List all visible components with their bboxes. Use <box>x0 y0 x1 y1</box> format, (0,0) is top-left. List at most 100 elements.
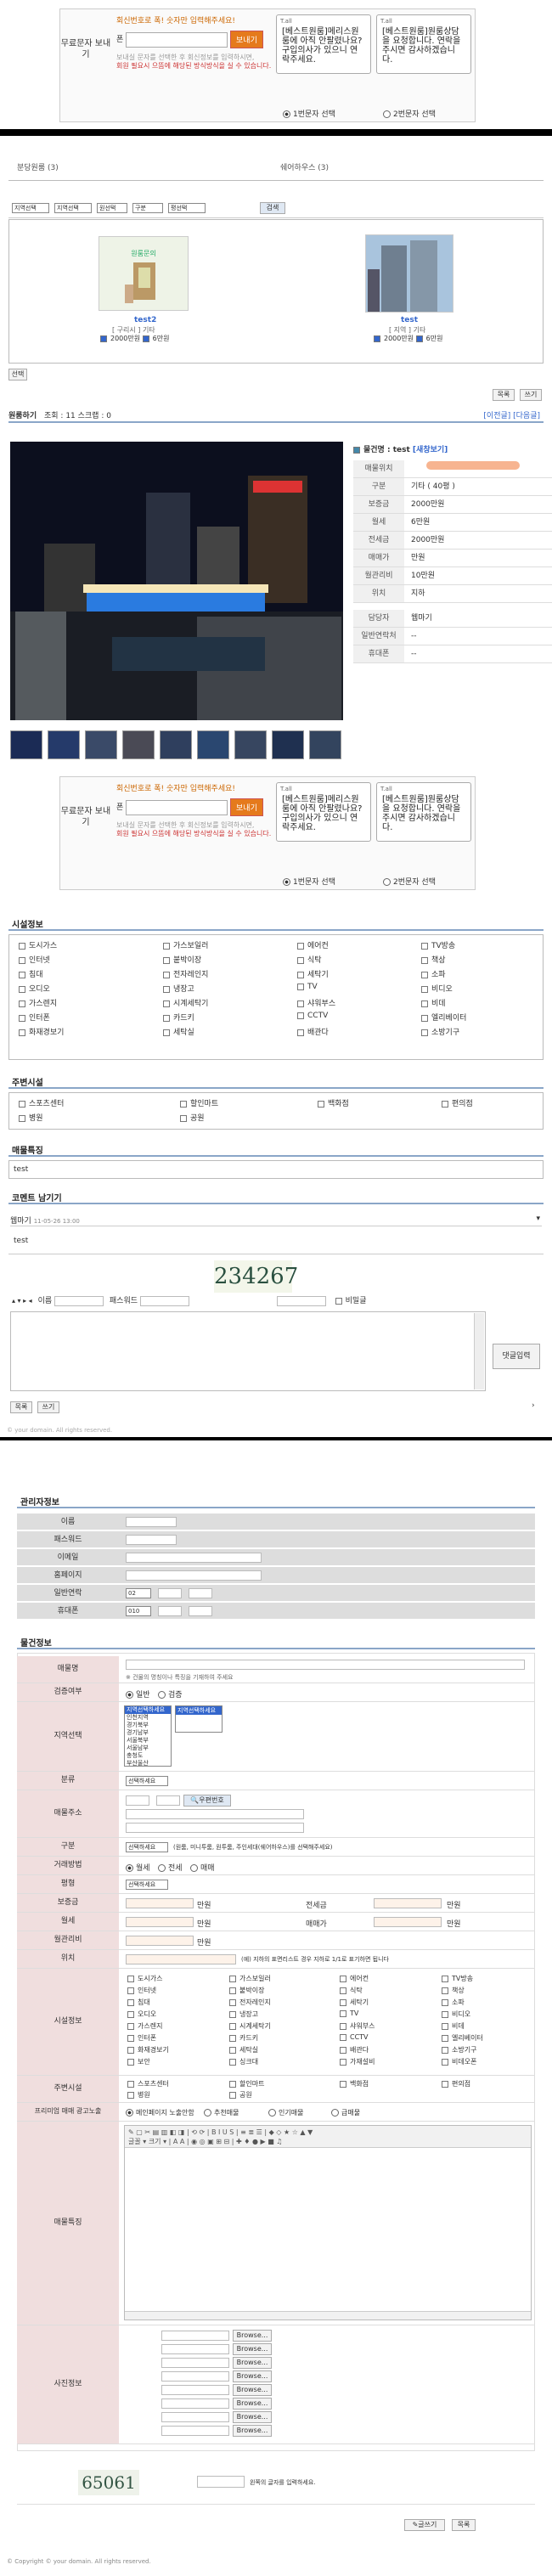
filter-select-1[interactable]: 지역선택 <box>12 203 49 213</box>
form-facility-item[interactable]: 비데 <box>442 2021 465 2031</box>
listing-2-name[interactable]: test <box>401 316 418 324</box>
list-button-bottom[interactable]: 목록 <box>10 1401 32 1413</box>
browse-button[interactable]: Browse... <box>233 2330 272 2342</box>
photo-thumb-1[interactable] <box>10 730 42 759</box>
browse-button[interactable]: Browse... <box>233 2398 272 2410</box>
region-option[interactable]: 충청도 <box>125 1752 171 1760</box>
name-input[interactable] <box>54 1295 104 1306</box>
deal-option-3[interactable]: 매매 <box>190 1862 215 1873</box>
photo-file-input[interactable] <box>161 2426 229 2436</box>
editor-toolbar-row-2[interactable]: 글꼴 ▾ 크기 ▾ | A A | ◉ ◎ ▣ ⊞ ⊟ | ✚ ♦ ● ▶ ■ … <box>128 2137 527 2146</box>
premium-option[interactable]: 인기매물 <box>268 2108 303 2117</box>
filter-select-5[interactable]: 평선택 <box>168 203 206 213</box>
photo-file-input[interactable] <box>161 2344 229 2354</box>
manager-input[interactable] <box>126 1570 262 1581</box>
secret-checkbox[interactable] <box>335 1297 342 1305</box>
region-option[interactable]: 서울북부 <box>125 1737 171 1745</box>
deposit-input[interactable] <box>126 1898 194 1908</box>
listing-1-name[interactable]: test2 <box>134 316 156 324</box>
form-around-item[interactable]: 공원 <box>229 2090 252 2100</box>
region-listbox[interactable]: 지역선택하세요 인천지역 경기북부 경기남부 서울북부 서울남부 충청도 부산울산 <box>124 1705 172 1767</box>
browse-button[interactable]: Browse... <box>233 2357 272 2369</box>
captcha-input[interactable] <box>276 1295 326 1306</box>
form-facility-item[interactable]: 가스보일러 <box>229 1974 271 1983</box>
editor-toolbar-row-1[interactable]: ✎ ▢ ✂ ▤ ▥ ◧ ◨ | ⟲ ⟳ | B I U S | ≡ ≣ ☰ | … <box>128 2128 527 2137</box>
region-option[interactable]: 경기북부 <box>125 1722 171 1729</box>
comment-submit-button[interactable]: 댓글입력 <box>493 1344 540 1369</box>
name-field[interactable] <box>126 1660 525 1670</box>
list-right-title[interactable]: 쉐어하우스 (3) <box>280 161 329 172</box>
sms-phone-input[interactable] <box>126 799 228 815</box>
manager-input[interactable] <box>126 1553 262 1563</box>
form-facility-item[interactable]: 전자레인지 <box>229 1998 271 2007</box>
photo-file-input[interactable] <box>161 2358 229 2368</box>
sms-message-2[interactable]: T.all [베스트원룸]원룸상담을 요청합니다. 연락을 주시면 감사하겠습니… <box>376 782 471 842</box>
form-facility-item[interactable]: 소파 <box>442 1998 465 2007</box>
form-facility-item[interactable]: 카드키 <box>229 2033 258 2043</box>
form-around-item[interactable]: 편의점 <box>442 2079 470 2088</box>
photo-thumb-2[interactable] <box>48 730 80 759</box>
photo-file-input[interactable] <box>161 2385 229 2395</box>
form-facility-item[interactable]: 가스렌지 <box>127 2021 162 2031</box>
write-button-bottom[interactable]: 쓰기 <box>37 1401 59 1413</box>
sms-option-1[interactable]: 1번문자 선택 <box>283 876 335 887</box>
browse-button[interactable]: Browse... <box>233 2425 272 2437</box>
format-icons[interactable]: ▴ ▾ ▸ ◂ <box>12 1297 32 1305</box>
form-facility-item[interactable]: TV방송 <box>442 1974 473 1983</box>
zip1-input[interactable] <box>126 1795 149 1806</box>
sms-message-1[interactable]: T.all [베스트원룸]메리스원룸에 아직 안팔렸나요? 구입의사가 있으니 … <box>276 782 371 842</box>
form-facility-item[interactable]: 책상 <box>442 1986 465 1995</box>
phone-prefix-select[interactable]: 02 <box>126 1588 151 1598</box>
sms-message-1[interactable]: T.all [베스트원룸]메리스원룸에 아직 안팔렸나요? 구입의사가 있으니 … <box>276 14 371 74</box>
zip-search-button[interactable]: 🔍우편번호 <box>183 1795 231 1807</box>
sms-option-2[interactable]: 2번문자 선택 <box>383 108 436 119</box>
gubun-select[interactable]: 선택하세요 <box>126 1842 168 1852</box>
main-photo[interactable] <box>10 442 343 720</box>
form-facility-item[interactable]: 엘리베이터 <box>442 2033 483 2043</box>
form-facility-item[interactable]: TV <box>340 2010 358 2017</box>
form-around-item[interactable]: 병원 <box>127 2090 150 2100</box>
sms-send-button[interactable]: 보내기 <box>230 31 263 48</box>
form-facility-item[interactable]: 비데오폰 <box>442 2057 476 2066</box>
comment-menu-icon[interactable]: ▾ <box>536 1215 540 1223</box>
list-left-title[interactable]: 분당원룸 (3) <box>17 161 59 172</box>
next-arrow-icon[interactable]: › <box>532 1401 535 1410</box>
form-captcha-input[interactable] <box>197 2476 245 2488</box>
sms-option-1[interactable]: 1번문자 선택 <box>283 108 335 119</box>
phone-mid-input[interactable] <box>158 1588 182 1598</box>
photo-thumb-4[interactable] <box>122 730 155 759</box>
detail-prev-next[interactable]: [이전글] [다음글] <box>483 409 540 420</box>
sms-send-button[interactable]: 보내기 <box>230 798 263 816</box>
comment-textarea[interactable] <box>10 1311 486 1391</box>
write-button-top[interactable]: 쓰기 <box>520 389 542 401</box>
form-facility-item[interactable]: 에어컨 <box>340 1974 369 1983</box>
browse-button[interactable]: Browse... <box>233 2411 272 2423</box>
sms-phone-input[interactable] <box>126 31 228 48</box>
address-2-input[interactable] <box>126 1823 304 1833</box>
form-facility-item[interactable]: 보안 <box>127 2057 150 2066</box>
filter-select-4[interactable]: 구분 <box>132 203 163 213</box>
premium-option[interactable]: 메인페이지 노출안함 <box>126 2108 194 2117</box>
list-button-top[interactable]: 목록 <box>493 389 515 401</box>
manager-input[interactable] <box>126 1535 177 1545</box>
form-around-item[interactable]: 할인마트 <box>229 2079 264 2088</box>
form-facility-item[interactable]: 샤워부스 <box>340 2021 375 2031</box>
form-facility-item[interactable]: 도시가스 <box>127 1974 162 1983</box>
photo-file-input[interactable] <box>161 2371 229 2382</box>
photo-file-input[interactable] <box>161 2398 229 2409</box>
select-all-button[interactable]: 선택 <box>8 369 27 380</box>
form-around-item[interactable]: 백화점 <box>340 2079 369 2088</box>
form-submit-button[interactable]: ✎글쓰기 <box>404 2519 445 2531</box>
browse-button[interactable]: Browse... <box>233 2343 272 2355</box>
new-window-link[interactable]: [새창보기] <box>413 446 448 454</box>
browse-button[interactable]: Browse... <box>233 2370 272 2382</box>
location-input[interactable] <box>126 1954 236 1964</box>
form-facility-item[interactable]: 침대 <box>127 1998 150 2007</box>
zip2-input[interactable] <box>156 1795 180 1806</box>
address-1-input[interactable] <box>126 1809 304 1819</box>
form-facility-item[interactable]: 인터폰 <box>127 2033 156 2043</box>
form-facility-item[interactable]: 오디오 <box>127 2010 156 2019</box>
sale-input[interactable] <box>374 1917 442 1927</box>
form-facility-item[interactable]: 배관다 <box>340 2045 369 2055</box>
form-facility-item[interactable]: 화재경보기 <box>127 2045 169 2055</box>
